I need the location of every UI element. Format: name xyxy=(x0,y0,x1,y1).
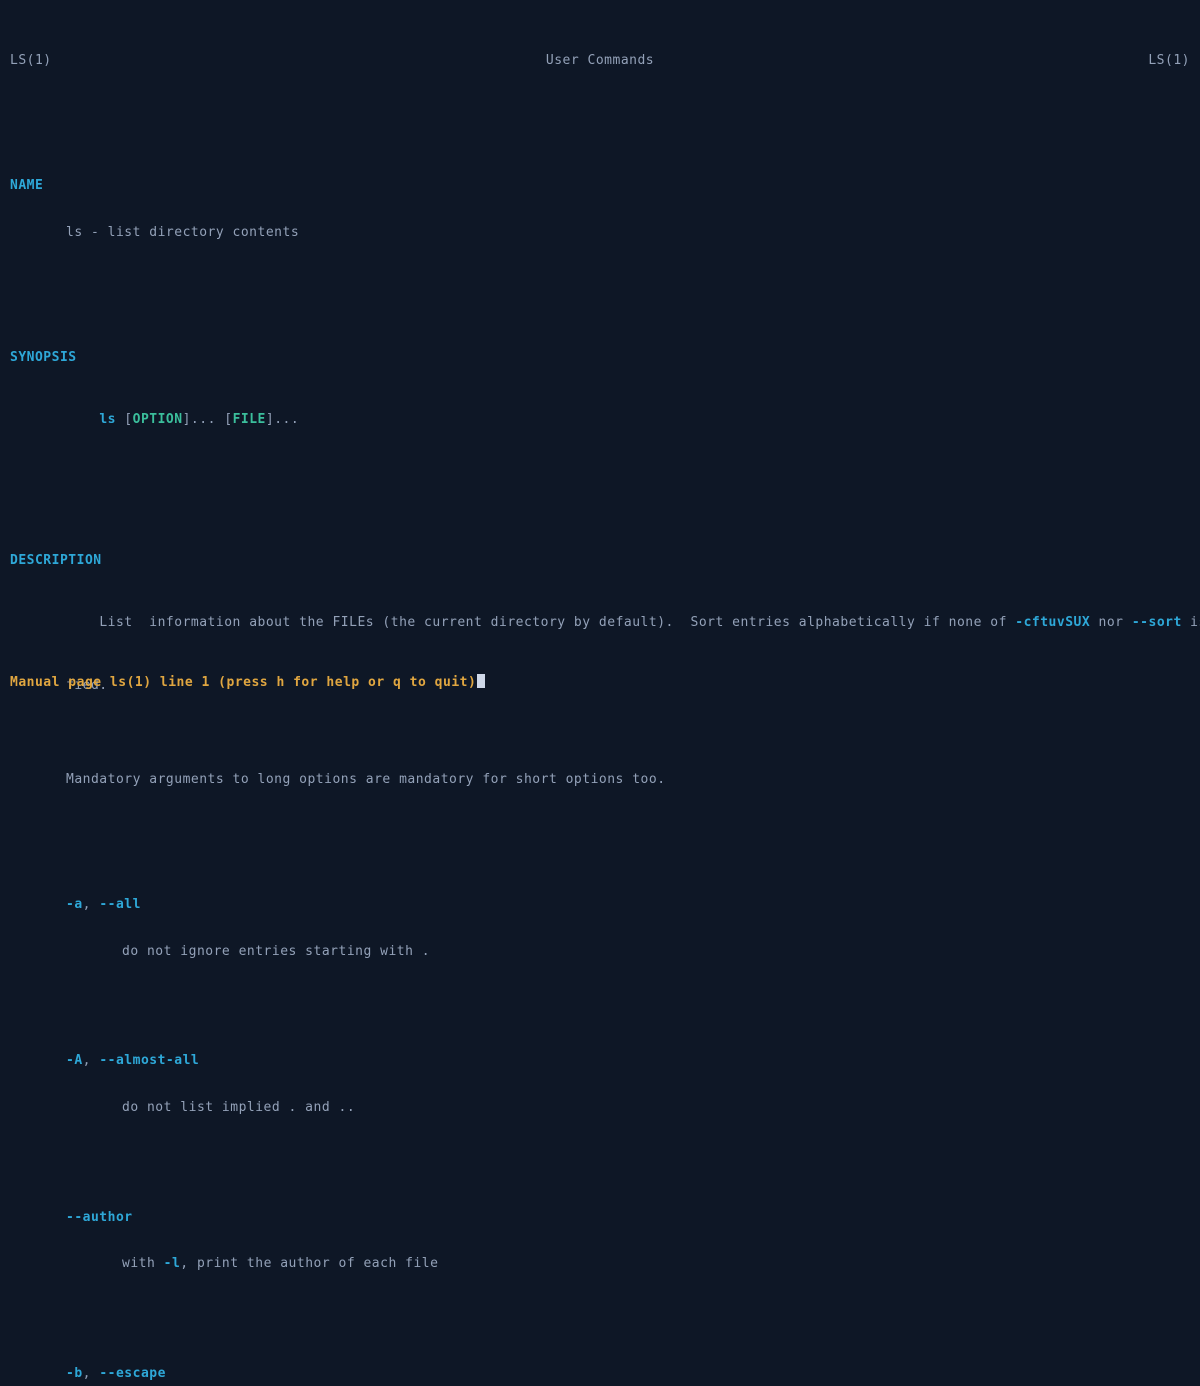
synopsis-option: OPTION xyxy=(133,412,183,427)
opt-A: -A, --almost-all xyxy=(10,1053,1190,1069)
opt-author: --author xyxy=(10,1210,1190,1226)
opt-a-desc: do not ignore entries starting with . xyxy=(10,944,1190,960)
description-line1: List information about the FILEs (the cu… xyxy=(10,600,1190,647)
section-name-body: ls - list directory contents xyxy=(10,225,1190,241)
synopsis-cmd: ls xyxy=(99,412,116,427)
man-header: LS(1) User Commands LS(1) xyxy=(10,53,1190,69)
opt-a: -a, --all xyxy=(10,897,1190,913)
section-name-title: NAME xyxy=(10,178,1190,194)
opt-b: -b, --escape xyxy=(10,1366,1190,1382)
section-synopsis-title: SYNOPSIS xyxy=(10,350,1190,366)
opt-author-desc: with -l, print the author of each file xyxy=(10,1256,1190,1272)
section-description-title: DESCRIPTION xyxy=(10,553,1190,569)
description-mandatory: Mandatory arguments to long options are … xyxy=(10,772,1190,788)
pager-status-line[interactable]: Manual page ls(1) line 1 (press h for he… xyxy=(10,674,485,691)
opt-A-desc: do not list implied . and .. xyxy=(10,1100,1190,1116)
cursor-icon xyxy=(477,674,485,688)
man-page-viewer[interactable]: LS(1) User Commands LS(1) NAME ls - list… xyxy=(0,0,1200,1386)
section-synopsis-body: ls [OPTION]... [FILE]... xyxy=(10,397,1190,444)
synopsis-file: FILE xyxy=(233,412,266,427)
status-text: Manual page ls(1) line 1 (press h for he… xyxy=(10,675,476,690)
header-left: LS(1) xyxy=(10,53,52,69)
header-right: LS(1) xyxy=(1148,53,1190,69)
header-center: User Commands xyxy=(546,53,654,69)
